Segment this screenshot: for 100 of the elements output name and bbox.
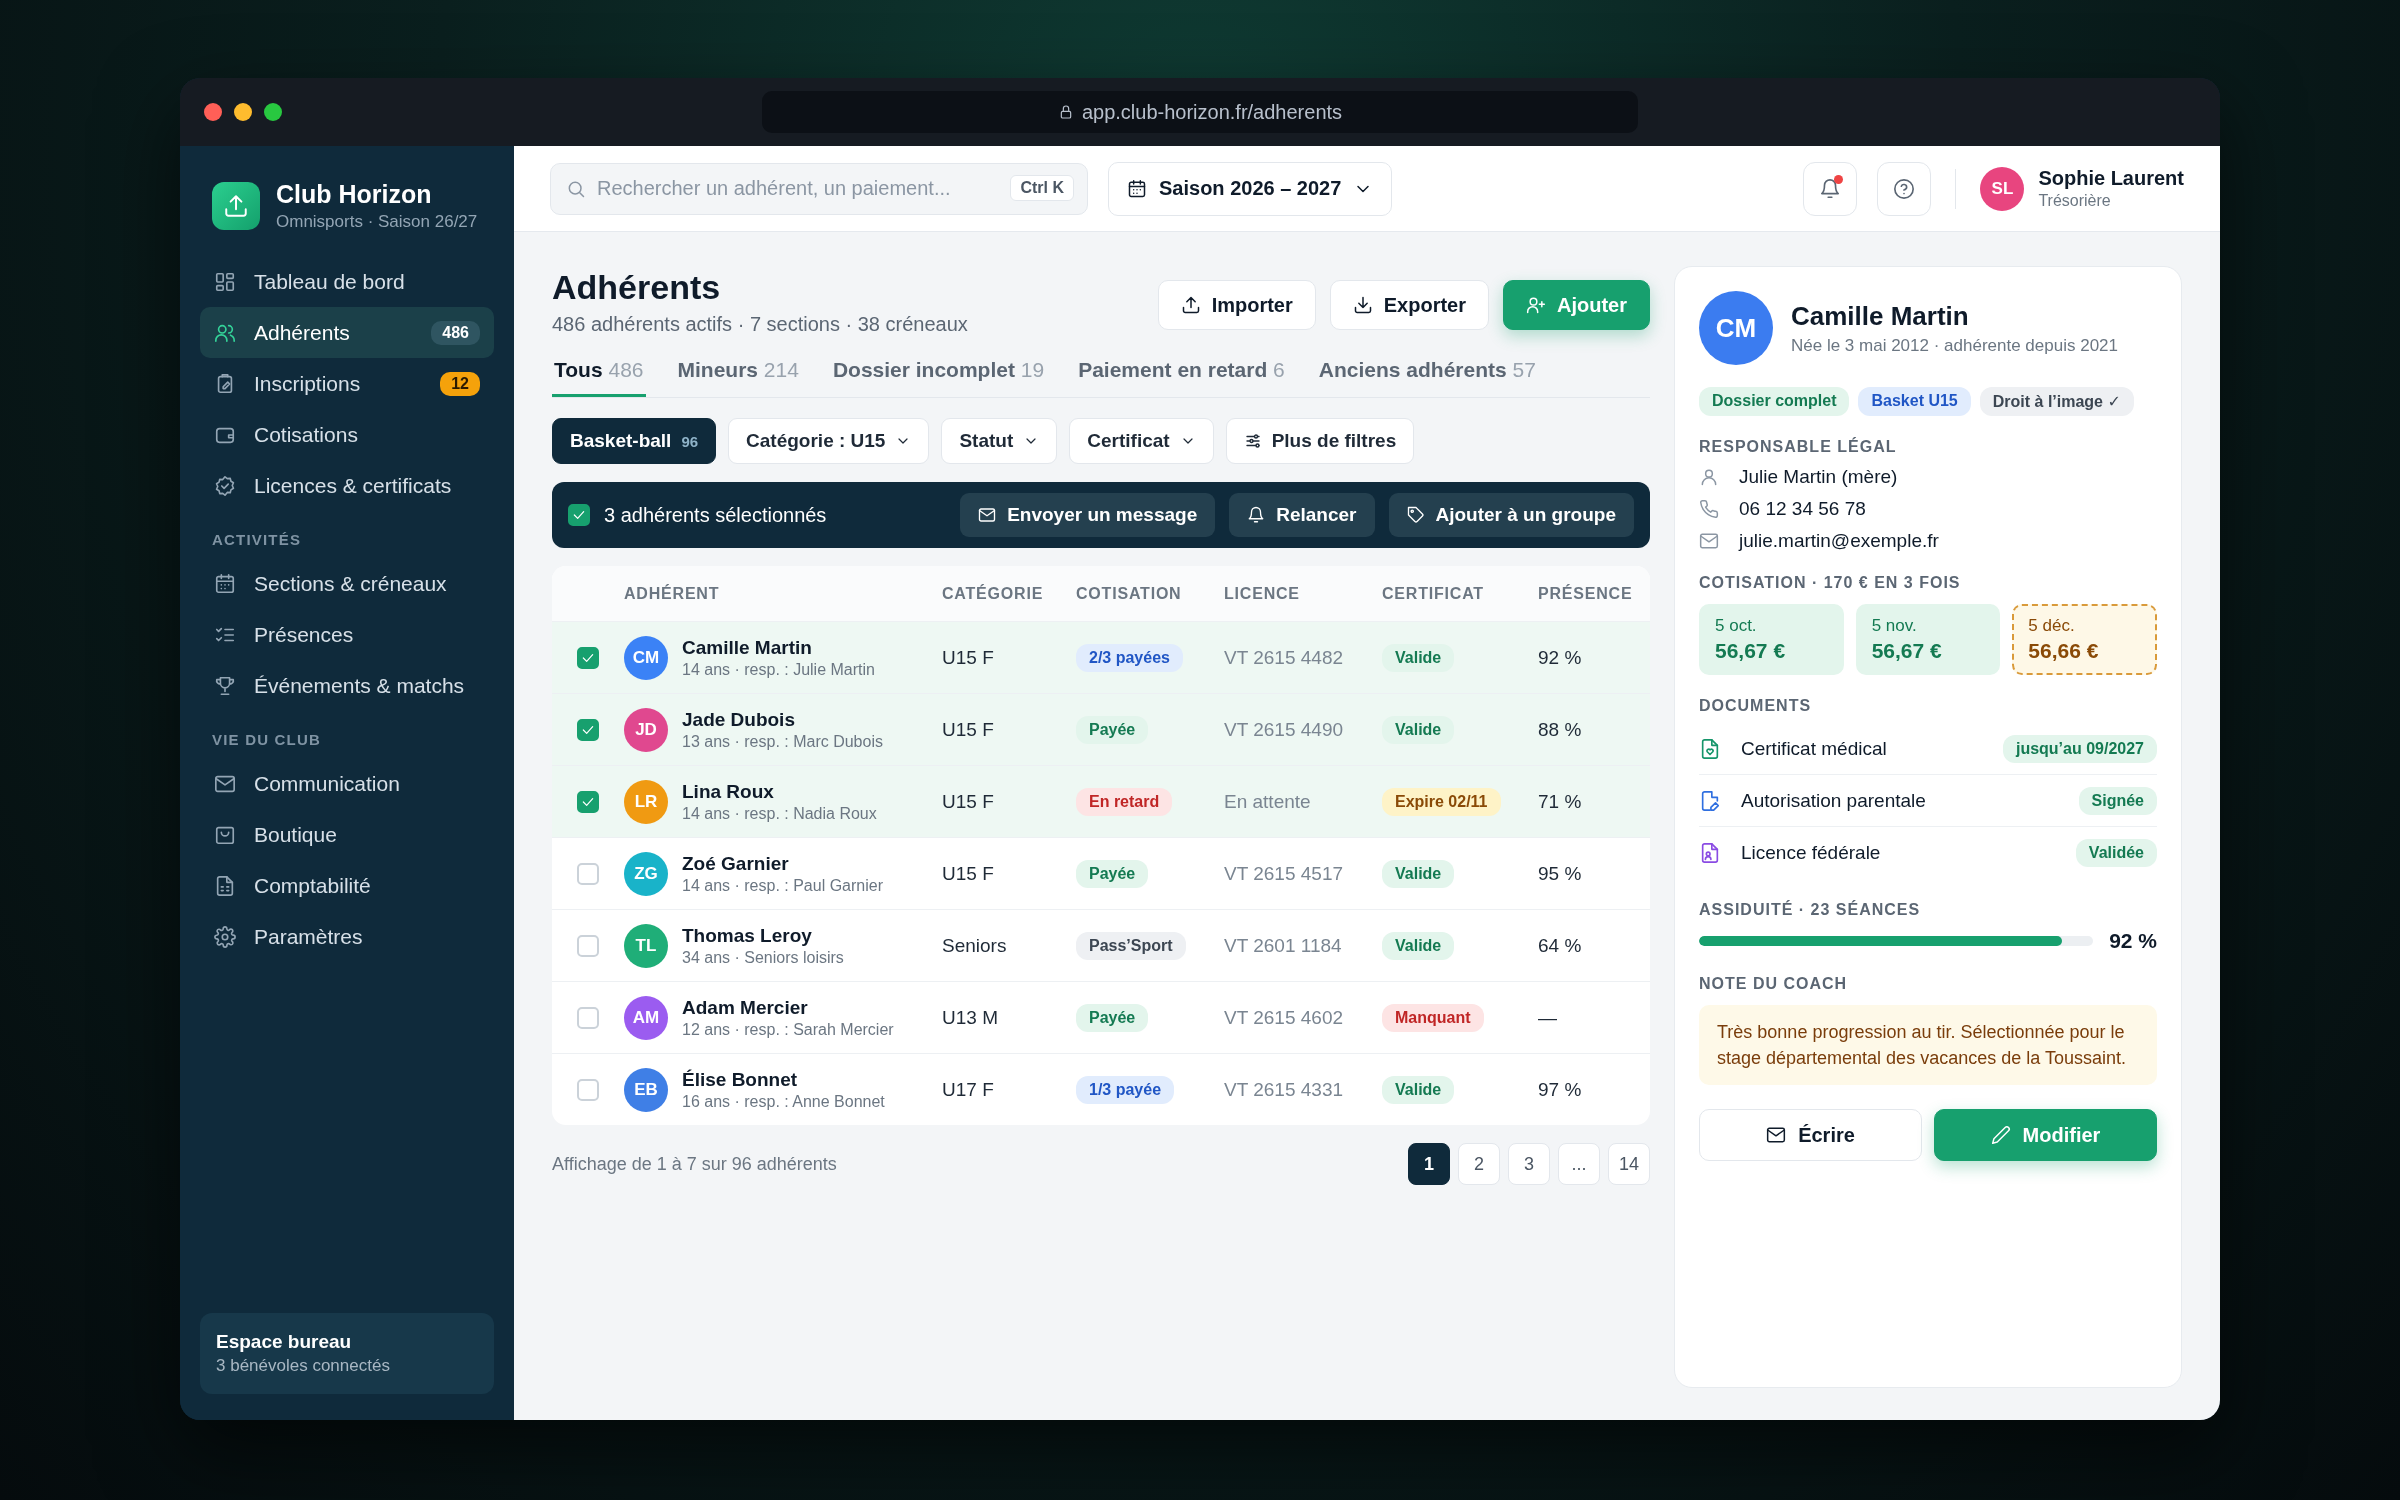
season-dropdown[interactable]: Saison 2026 – 2027	[1108, 161, 1393, 216]
column-header[interactable]: CERTIFICAT	[1382, 584, 1538, 603]
table-cell-text: VT 2615 4602	[1224, 1006, 1345, 1029]
column-header[interactable]: CATÉGORIE	[942, 584, 1076, 603]
certificate-status: Expire 02/11	[1382, 787, 1501, 816]
page-button[interactable]: 14	[1607, 1143, 1650, 1185]
certificate-status: Valide	[1382, 859, 1455, 888]
table-row[interactable]: AM Adam Mercier 12 ans · resp. : Sarah Mercier U13 M Payée VT 2615 4602 Manquant —	[552, 981, 1650, 1053]
page-button[interactable]: 2	[1457, 1143, 1500, 1185]
more-filters-button[interactable]: Plus de filtres	[1225, 418, 1415, 464]
table-cell-text: U15 F	[942, 718, 995, 741]
table-row[interactable]: CM Camille Martin 14 ans · resp. : Julie Martin U15 F 2/3 payées VT 2615 4482 Valide 92 %	[552, 621, 1650, 693]
table-row[interactable]: ZG Zoé Garnier 14 ans · resp. : Paul Garnier U15 F Payée VT 2615 4517 Valide 95 %	[552, 837, 1650, 909]
import-button[interactable]: Importer	[1157, 280, 1316, 330]
filter-chip[interactable]: Basket-ball 96	[552, 418, 717, 464]
contact-info: 06 12 34 56 78	[1739, 498, 1866, 520]
status-tag: Dossier complet	[1699, 387, 1850, 416]
table-cell-text: VT 2615 4482	[1224, 646, 1345, 669]
installment-amount: 56,67 €	[1871, 639, 1943, 663]
selection-count: 3 adhérents sélectionnés	[604, 503, 828, 527]
close-window-dot[interactable]	[204, 103, 222, 121]
column-header[interactable]: PRÉSENCE	[1538, 584, 1650, 603]
upload-icon	[223, 193, 249, 219]
row-checkbox[interactable]	[577, 1006, 599, 1029]
sidebar-item[interactable]: Boutique	[200, 809, 494, 860]
table-cell-text: VT 2615 4331	[1224, 1078, 1345, 1101]
table-cell-text: U15 F	[942, 790, 995, 813]
page-subtitle: 486 adhérents actifs · 7 sections · 38 créneaux	[552, 313, 968, 336]
select-all-checkbox[interactable]	[568, 504, 590, 526]
club-subtitle: Omnisports · Saison 26/27	[276, 212, 478, 232]
member-name: Zoé Garnier	[682, 852, 790, 875]
page-button[interactable]: ...	[1557, 1143, 1600, 1185]
document-status: Validée	[2075, 839, 2157, 867]
filter-tab[interactable]: Anciens adhérents 57	[1316, 350, 1538, 397]
contact-info: Julie Martin (mère)	[1739, 466, 1898, 488]
installment-amount: 56,66 €	[2028, 639, 2100, 663]
installment-date: 5 nov.	[1871, 616, 1918, 636]
sidebar-item[interactable]: Sections & créneaux	[200, 558, 494, 609]
sidebar-item[interactable]: Paramètres	[200, 911, 494, 962]
column-header[interactable]: LICENCE	[1224, 584, 1382, 603]
write-button[interactable]: Écrire	[1699, 1109, 1922, 1162]
remind-button[interactable]: Relancer	[1229, 493, 1375, 537]
table-row[interactable]: LR Lina Roux 14 ans · resp. : Nadia Roux U15 F En retard En attente Expire 02/11 71 %	[552, 765, 1650, 837]
row-checkbox[interactable]	[577, 718, 599, 741]
table-row[interactable]: JD Jade Dubois 13 ans · resp. : Marc Dubois U15 F Payée VT 2615 4490 Valide 88 %	[552, 693, 1650, 765]
row-checkbox[interactable]	[577, 646, 599, 669]
row-checkbox[interactable]	[577, 790, 599, 813]
workspace-card[interactable]: Espace bureau 3 bénévoles connectés	[200, 1313, 494, 1394]
shortcut-hint: Ctrl K	[1010, 174, 1074, 201]
page-title: Adhérents	[552, 268, 722, 307]
minimize-window-dot[interactable]	[234, 103, 252, 121]
column-header[interactable]: ADHÉRENT	[624, 584, 942, 603]
row-checkbox[interactable]	[577, 862, 599, 885]
sidebar-item[interactable]: Inscriptions 12	[200, 358, 494, 409]
sidebar-item[interactable]: Comptabilité	[200, 860, 494, 911]
filter-tab[interactable]: Tous 486	[552, 350, 646, 397]
filter-tab[interactable]: Paiement en retard 6	[1076, 350, 1287, 397]
section-heading: NOTE DU COACH	[1699, 975, 1849, 993]
row-checkbox[interactable]	[577, 1078, 599, 1101]
member-detail: 12 ans · resp. : Sarah Mercier	[682, 1020, 894, 1039]
table-row[interactable]: EB Élise Bonnet 16 ans · resp. : Anne Bonnet U17 F 1/3 payée VT 2615 4331 Valide 97 %	[552, 1053, 1650, 1125]
page-button[interactable]: 3	[1507, 1143, 1550, 1185]
message-button[interactable]: Envoyer un message	[960, 493, 1216, 537]
payment-status: Payée	[1076, 1003, 1149, 1032]
filter-tab[interactable]: Mineurs 214	[675, 350, 801, 397]
row-checkbox[interactable]	[577, 934, 599, 957]
filter-dropdown[interactable]: Catégorie : U15	[728, 418, 930, 464]
export-button[interactable]: Exporter	[1329, 280, 1489, 330]
zoom-window-dot[interactable]	[264, 103, 282, 121]
page-button[interactable]: 1	[1407, 1143, 1450, 1185]
contact-info: julie.martin@exemple.fr	[1739, 530, 1939, 552]
column-header[interactable]: COTISATION	[1076, 584, 1224, 603]
notifications-button[interactable]	[1803, 161, 1858, 216]
settings-icon	[214, 925, 236, 948]
group-button[interactable]: Ajouter à un groupe	[1388, 493, 1634, 537]
sidebar-item[interactable]: Cotisations	[200, 409, 494, 460]
table-row[interactable]: TL Thomas Leroy 34 ans · Seniors loisirs Seniors Pass’Sport VT 2601 1184 Valide 64 %	[552, 909, 1650, 981]
sidebar-item[interactable]: Licences & certificats	[200, 460, 494, 511]
document-status: jusqu’au 09/2027	[2002, 734, 2157, 763]
sidebar-item[interactable]: Présences	[200, 609, 494, 660]
sidebar-item[interactable]: Événements & matchs	[200, 660, 494, 711]
filter-dropdown[interactable]: Statut	[941, 418, 1058, 464]
sidebar-item[interactable]: Adhérents 486	[200, 307, 494, 358]
member-name: Adam Mercier	[682, 996, 809, 1019]
payment-status: Payée	[1076, 859, 1149, 888]
address-bar[interactable]: app.club-horizon.fr/adherents	[762, 91, 1638, 133]
document-name: Certificat médical	[1741, 737, 1888, 760]
payment-status: En retard	[1076, 787, 1173, 816]
coach-note: Très bonne progression au tir. Sélectionnée pour le stage départemental des vacances de la Toussaint.	[1699, 1005, 2157, 1086]
sidebar-item[interactable]: Tableau de bord	[200, 256, 494, 307]
filter-tab[interactable]: Dossier incomplet 19	[830, 350, 1047, 397]
help-button[interactable]	[1877, 161, 1932, 216]
dashboard-icon	[214, 270, 236, 293]
member-detail: 16 ans · resp. : Anne Bonnet	[682, 1092, 885, 1111]
filter-dropdown[interactable]: Certificat	[1069, 418, 1214, 464]
sidebar-item[interactable]: Communication	[200, 758, 494, 809]
club-name: Club Horizon	[276, 180, 433, 209]
user-avatar[interactable]: SL	[1980, 166, 2025, 211]
table-cell-text: 95 %	[1538, 862, 1583, 885]
section-heading: VIE DU CLUB	[211, 730, 323, 750]
